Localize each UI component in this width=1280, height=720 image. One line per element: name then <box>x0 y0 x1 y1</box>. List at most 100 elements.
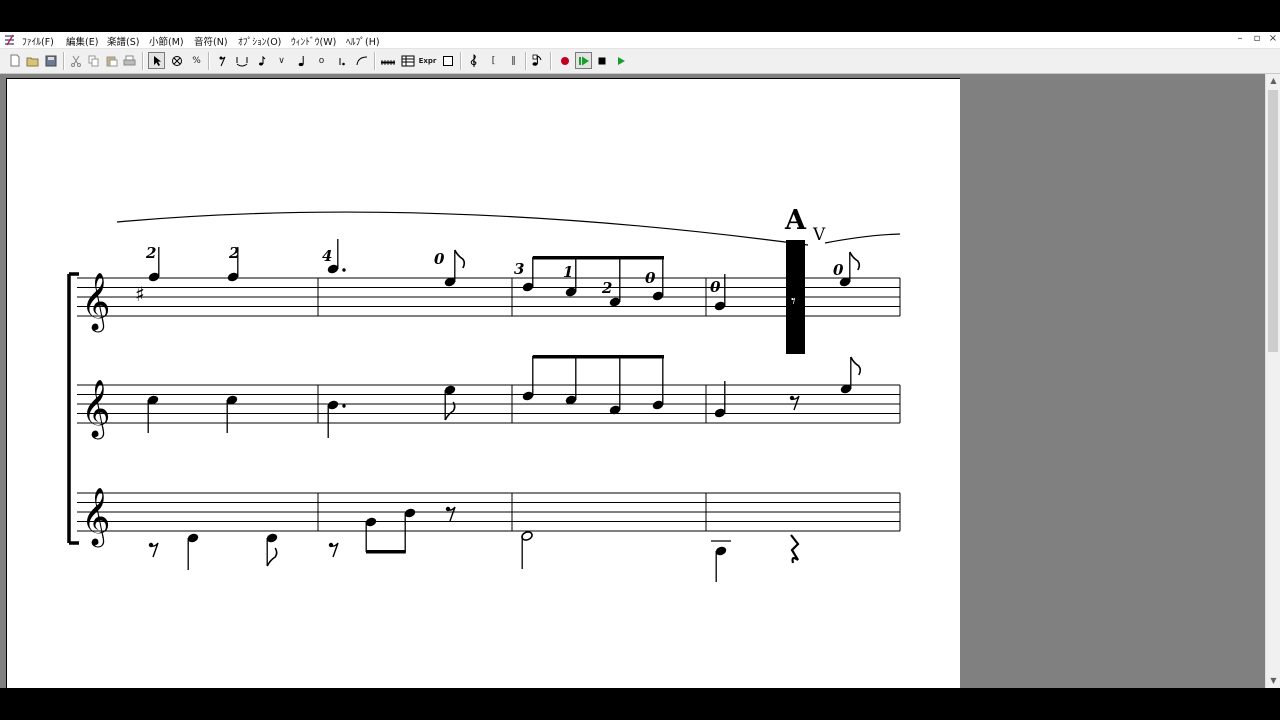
tie-icon[interactable] <box>233 52 250 69</box>
fingering: 0 <box>710 278 721 296</box>
up-bow-mark: V <box>812 225 826 245</box>
rehearsal-mark: A <box>784 205 807 236</box>
menu-note[interactable]: 音符(N) <box>194 34 228 48</box>
note <box>266 533 278 567</box>
quarter-note-icon[interactable] <box>293 52 310 69</box>
fingering: 4 <box>322 247 332 265</box>
minimize-button[interactable]: – <box>1233 33 1247 44</box>
eighth-rest <box>789 395 800 411</box>
score-canvas[interactable]: 𝄞 𝄞 𝄞 ♯ 𝄾 A V 2 2 4 0 3 1 2 0 0 0 <box>7 79 960 688</box>
note <box>521 531 533 569</box>
app-icon <box>5 34 14 46</box>
menu-file[interactable]: ﾌｧｲﾙ(F) <box>22 34 54 48</box>
phrase-slur <box>116 211 809 246</box>
print-icon[interactable] <box>121 52 138 69</box>
menu-help[interactable]: ﾍﾙﾌﾟ(H) <box>346 34 380 48</box>
scroll-up-arrow[interactable]: ▲ <box>1266 74 1280 88</box>
menu-score[interactable]: 楽譜(S) <box>107 34 139 48</box>
expression-icon[interactable]: Expr <box>419 52 437 69</box>
play-icon[interactable] <box>612 52 629 69</box>
fingering: 2 <box>228 244 239 262</box>
beam <box>532 355 664 359</box>
cut-icon[interactable] <box>67 52 84 69</box>
treble-clef: 𝄞 <box>81 272 111 333</box>
flag <box>850 356 862 376</box>
flag <box>454 249 466 269</box>
beam <box>366 550 406 554</box>
restore-button[interactable]: ▫ <box>1250 33 1264 44</box>
menu-window[interactable]: ｳｨﾝﾄﾞｳ(W) <box>291 34 336 48</box>
staff: 𝄞 <box>77 487 901 548</box>
play-from-cursor-icon[interactable] <box>575 52 592 69</box>
beam <box>532 256 664 260</box>
scroll-thumb[interactable] <box>1268 90 1278 352</box>
quarter-rest <box>790 534 800 564</box>
box-icon[interactable] <box>439 52 456 69</box>
document-workspace: 𝄞 𝄞 𝄞 ♯ 𝄾 A V 2 2 4 0 3 1 2 0 0 0 <box>0 74 1265 688</box>
note-input-icon[interactable] <box>529 52 546 69</box>
flag <box>266 547 278 567</box>
fingering: 1 <box>563 263 573 281</box>
eighth-rest-icon[interactable] <box>213 52 230 69</box>
staves: 𝄞 𝄞 𝄞 <box>77 272 901 548</box>
open-icon[interactable] <box>24 52 41 69</box>
percent-icon[interactable]: % <box>188 52 205 69</box>
erase-icon[interactable] <box>168 52 185 69</box>
toolbar: % ∨ o Expr [ ‖ <box>0 49 1280 74</box>
barline-icon[interactable]: ‖ <box>505 52 522 69</box>
staff: 𝄞 <box>77 272 901 333</box>
phrase-slur-continuation <box>824 233 901 244</box>
whole-note-icon[interactable]: o <box>313 52 330 69</box>
fingering: 0 <box>434 250 445 268</box>
menu-measure[interactable]: 小節(M) <box>149 34 184 48</box>
augmentation-dot <box>342 268 346 272</box>
close-button[interactable]: × <box>1266 33 1280 44</box>
sharp-accidental: ♯ <box>135 282 145 306</box>
copy-icon[interactable] <box>85 52 102 69</box>
accent-icon[interactable]: ∨ <box>273 52 290 69</box>
note <box>840 356 862 394</box>
tuplet-icon[interactable] <box>379 52 396 69</box>
score-page[interactable]: 𝄞 𝄞 𝄞 ♯ 𝄾 A V 2 2 4 0 3 1 2 0 0 0 <box>6 78 960 688</box>
select-arrow-icon[interactable] <box>148 52 165 69</box>
note <box>444 385 456 421</box>
menu-bar: ﾌｧｲﾙ(F) 編集(E) 楽譜(S) 小節(M) 音符(N) ｵﾌﾟｼｮﾝ(O… <box>0 32 1280 49</box>
eighth-rest <box>148 542 159 558</box>
clef-icon[interactable] <box>465 52 482 69</box>
stop-icon[interactable] <box>593 52 610 69</box>
eighth-rest <box>328 542 339 558</box>
menu-edit[interactable]: 編集(E) <box>66 34 98 48</box>
grace-note-icon[interactable] <box>253 52 270 69</box>
staff: 𝄞 <box>77 379 901 440</box>
scroll-down-arrow[interactable]: ▼ <box>1266 674 1280 688</box>
flag <box>444 401 456 421</box>
fingering: 0 <box>833 261 844 279</box>
fingering: 2 <box>145 244 156 262</box>
fingering: 3 <box>514 260 524 278</box>
bracket-icon[interactable]: [ <box>485 52 502 69</box>
dot-icon[interactable] <box>333 52 350 69</box>
treble-clef: 𝄞 <box>81 379 111 440</box>
slur-icon[interactable] <box>353 52 370 69</box>
chord-table-icon[interactable] <box>399 52 416 69</box>
note <box>444 249 466 287</box>
flag <box>849 251 861 271</box>
save-icon[interactable] <box>42 52 59 69</box>
record-icon[interactable] <box>556 52 573 69</box>
vertical-scrollbar[interactable]: ▲ ▼ <box>1265 74 1280 688</box>
record-dot <box>560 56 569 65</box>
treble-clef: 𝄞 <box>81 487 111 548</box>
augmentation-dot <box>342 404 346 408</box>
note <box>714 381 726 418</box>
paste-icon[interactable] <box>103 52 120 69</box>
cursor-rest-glyph: 𝄾 <box>791 291 796 312</box>
application-window: ﾌｧｲﾙ(F) 編集(E) 楽譜(S) 小節(M) 音符(N) ｵﾌﾟｼｮﾝ(O… <box>0 32 1280 688</box>
note <box>187 533 199 570</box>
new-icon[interactable] <box>6 52 23 69</box>
fingering: 2 <box>601 279 612 297</box>
note <box>327 400 346 438</box>
menu-options[interactable]: ｵﾌﾟｼｮﾝ(O) <box>238 34 281 48</box>
note <box>715 546 727 582</box>
eighth-rest <box>445 506 456 522</box>
fingering: 0 <box>645 269 656 287</box>
